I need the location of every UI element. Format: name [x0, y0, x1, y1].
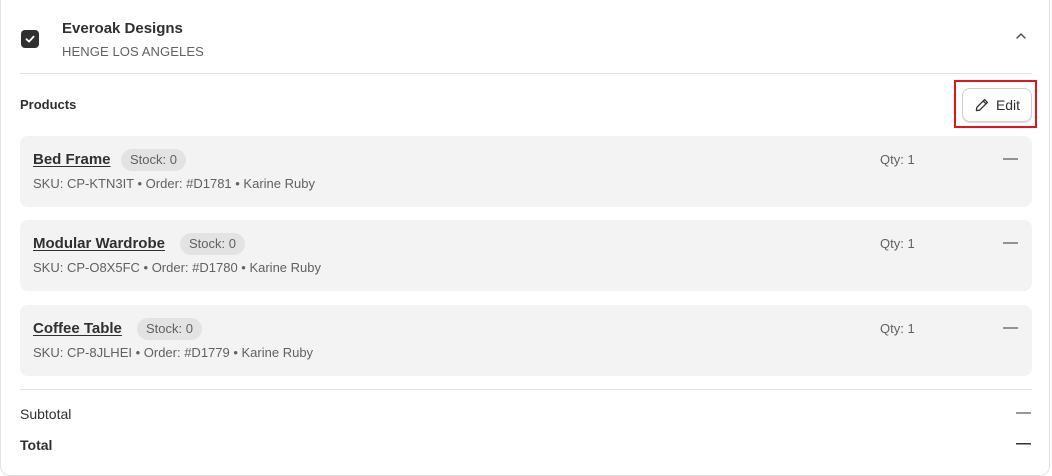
product-qty: Qty: 1: [880, 236, 915, 251]
product-meta: SKU: CP-8JLHEI • Order: #D1779 • Karine …: [33, 345, 314, 360]
vendor-location: HENGE LOS ANGELES: [62, 44, 204, 59]
total-value: —: [1016, 435, 1031, 452]
pencil-icon: [974, 97, 990, 113]
product-row: Bed Frame Stock: 0 SKU: CP-KTN3IT • Orde…: [20, 136, 1032, 207]
product-name-link[interactable]: Bed Frame: [33, 151, 111, 168]
collapse-button[interactable]: [1011, 26, 1031, 46]
vendor-checkbox[interactable]: [21, 30, 39, 48]
subtotal-label: Subtotal: [20, 406, 72, 422]
subtotal-value: —: [1016, 404, 1031, 421]
chevron-up-icon: [1016, 33, 1026, 39]
product-price: —: [1003, 150, 1018, 167]
total-label: Total: [20, 437, 53, 453]
edit-button[interactable]: Edit: [962, 88, 1032, 122]
checkmark-icon: [25, 35, 35, 43]
product-price: —: [1003, 319, 1018, 336]
product-meta: SKU: CP-KTN3IT • Order: #D1781 • Karine …: [33, 176, 315, 191]
product-name-link[interactable]: Modular Wardrobe: [33, 235, 165, 252]
product-meta: SKU: CP-O8X5FC • Order: #D1780 • Karine …: [33, 260, 321, 275]
product-name-link[interactable]: Coffee Table: [33, 320, 122, 337]
header-divider: [20, 73, 1032, 74]
vendor-header[interactable]: Everoak Designs HENGE LOS ANGELES: [1, 0, 1051, 74]
product-qty: Qty: 1: [880, 321, 915, 336]
stock-badge: Stock: 0: [121, 149, 186, 171]
vendor-name: Everoak Designs: [62, 20, 183, 37]
product-row: Modular Wardrobe Stock: 0 SKU: CP-O8X5FC…: [20, 220, 1032, 291]
stock-badge: Stock: 0: [180, 233, 245, 255]
summary-divider: [20, 389, 1032, 390]
product-qty: Qty: 1: [880, 152, 915, 167]
product-price: —: [1003, 234, 1018, 251]
vendor-card: Everoak Designs HENGE LOS ANGELES Produc…: [0, 0, 1050, 476]
products-section-title: Products: [20, 97, 77, 112]
edit-button-label: Edit: [995, 97, 1021, 113]
product-row: Coffee Table Stock: 0 SKU: CP-8JLHEI • O…: [20, 305, 1032, 376]
stock-badge: Stock: 0: [137, 318, 202, 340]
